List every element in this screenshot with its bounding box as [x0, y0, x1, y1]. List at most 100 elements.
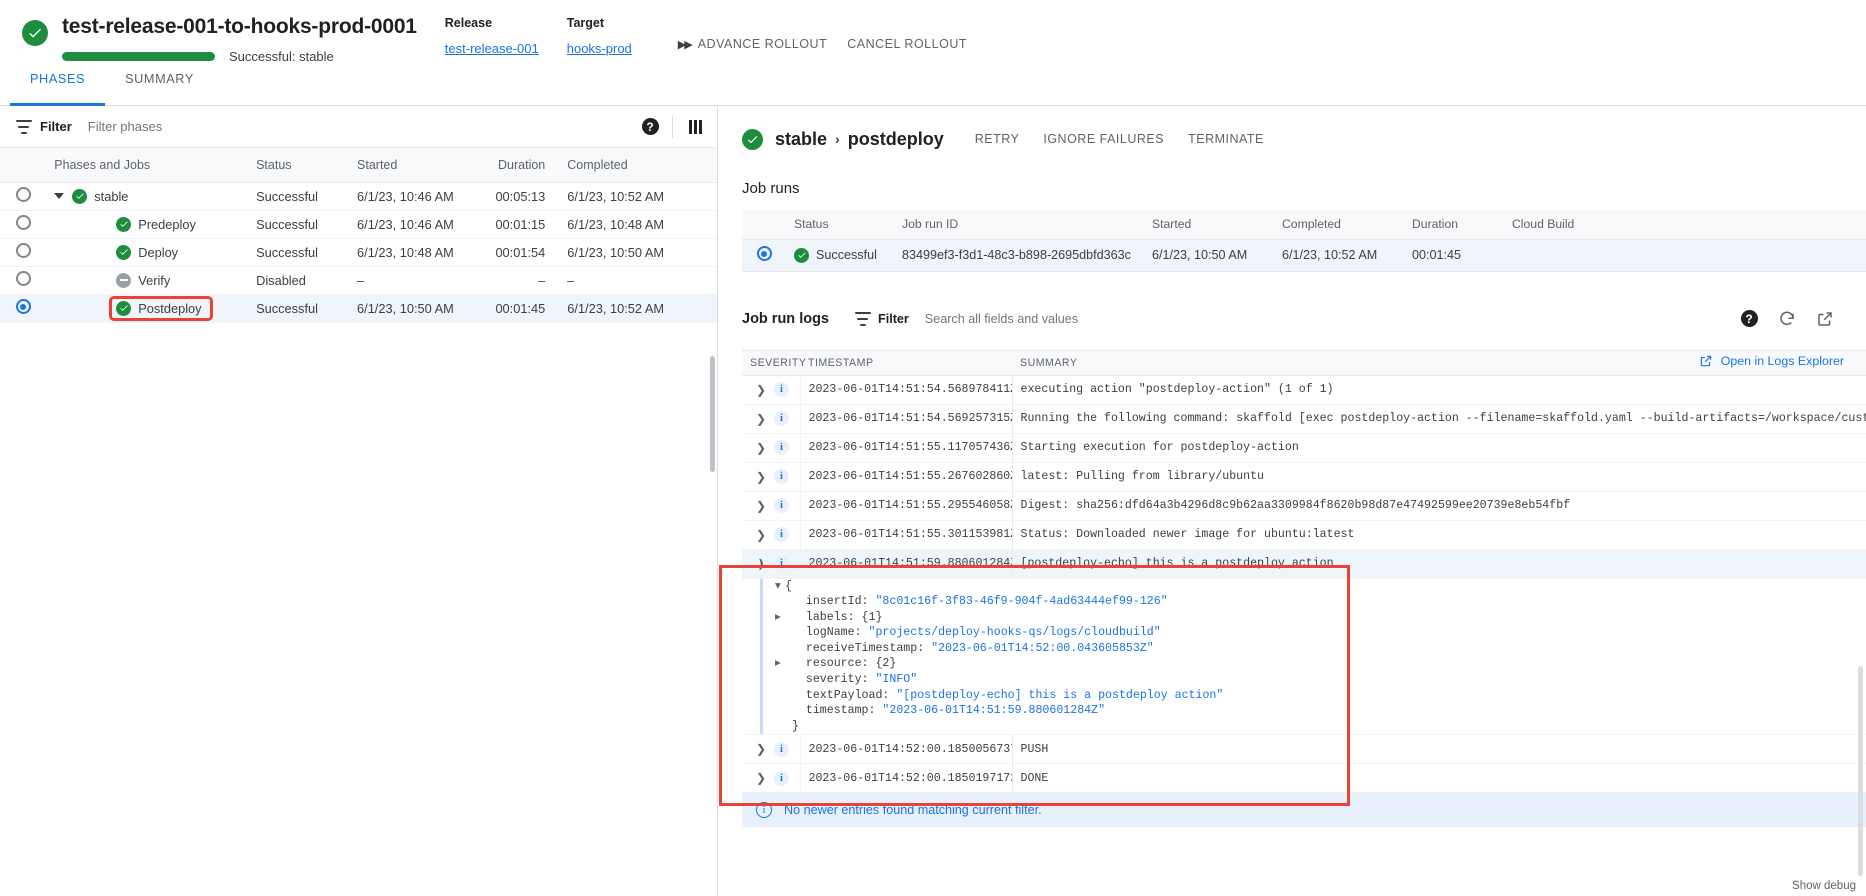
phases-help-button[interactable]: ?	[628, 106, 672, 147]
tab-summary[interactable]: SUMMARY	[105, 72, 214, 105]
json-line: ▾{	[775, 579, 1858, 595]
logs-open-new-button[interactable]	[1808, 302, 1842, 336]
collapse-triangle-icon[interactable]: ▾	[775, 579, 785, 595]
chevron-right-icon[interactable]: ❯	[756, 499, 764, 513]
help-icon: ?	[642, 118, 659, 135]
log-row[interactable]: ❯i 2023-06-01T14:51:55.267602860Z latest…	[742, 462, 1866, 491]
chevron-right-icon[interactable]: ❯	[756, 441, 764, 455]
logs-help-button[interactable]: ?	[1732, 302, 1766, 336]
phases-col-started: Started	[349, 148, 477, 182]
log-detail-cell: Open in Logs Explorer ▾{ insertId: "8c01…	[742, 578, 1866, 735]
phase-radio-cell[interactable]	[0, 210, 46, 238]
log-row[interactable]: ❯i 2023-06-01T14:51:54.568978411Z execut…	[742, 375, 1866, 404]
chevron-right-icon: ›	[835, 131, 840, 147]
breadcrumb-parent[interactable]: stable	[775, 129, 827, 150]
target-label: Target	[567, 16, 632, 30]
json-line: ▸ labels: {1}	[775, 610, 1858, 626]
jobrun-radio-cell[interactable]	[742, 239, 786, 271]
table-row[interactable]: Verify Disabled – – –	[0, 266, 717, 294]
phase-name: Postdeploy	[138, 301, 201, 316]
retry-button[interactable]: RETRY	[966, 126, 1029, 152]
log-row[interactable]: ❯i 2023-06-01T14:51:55.301153981Z Status…	[742, 520, 1866, 549]
log-severity-cell[interactable]: ❯i	[742, 404, 800, 433]
log-severity-cell[interactable]: ❯i	[742, 491, 800, 520]
log-severity-wrap: ❫i	[750, 556, 792, 571]
jobruns-col-started: Started	[1144, 209, 1274, 239]
log-json-viewer: ▾{ insertId: "8c01c16f-3f83-46f9-904f-4a…	[760, 579, 1858, 735]
log-severity-cell[interactable]: ❯i	[742, 735, 800, 764]
chevron-down-icon[interactable]	[54, 193, 64, 199]
radio-icon[interactable]	[757, 246, 772, 261]
log-row[interactable]: ❯i 2023-06-01T14:51:54.569257315Z Runnin…	[742, 404, 1866, 433]
log-severity-cell[interactable]: ❯i	[742, 462, 800, 491]
table-row[interactable]: Successful 83499ef3-f3d1-48c3-b898-2695d…	[742, 239, 1866, 271]
phases-columns-button[interactable]	[673, 106, 717, 147]
phase-duration: 00:01:15	[477, 210, 559, 238]
phase-name: Predeploy	[138, 217, 196, 232]
expand-triangle-icon[interactable]: ▸	[775, 610, 785, 626]
phases-header-row: Phases and Jobs Status Started Duration …	[0, 148, 717, 182]
info-icon: i	[774, 742, 789, 757]
info-icon: i	[756, 802, 772, 818]
phase-radio-cell[interactable]	[0, 294, 46, 322]
log-row[interactable]: ❯i 2023-06-01T14:52:00.1850197172 DONE	[742, 764, 1866, 793]
log-severity-cell[interactable]: ❯i	[742, 520, 800, 549]
jobrun-status-wrap: Successful	[794, 248, 886, 263]
logs-search-input[interactable]	[925, 312, 1345, 326]
log-severity-cell[interactable]: ❯i	[742, 764, 800, 793]
release-link[interactable]: test-release-001	[445, 41, 539, 56]
chevron-right-icon[interactable]: ❯	[756, 528, 764, 542]
logs-col-timestamp: TIMESTAMP	[800, 350, 1012, 375]
phase-radio-cell[interactable]	[0, 238, 46, 266]
columns-icon	[689, 120, 702, 134]
show-debug-label[interactable]: Show debug	[1792, 880, 1856, 892]
log-severity-cell[interactable]: ❫i	[742, 549, 800, 578]
chevron-right-icon[interactable]: ❯	[756, 470, 764, 484]
terminate-button[interactable]: TERMINATE	[1179, 126, 1273, 152]
log-summary: [postdeploy-echo] this is a postdeploy a…	[1012, 549, 1866, 578]
radio-icon[interactable]	[16, 187, 31, 202]
log-row[interactable]: ❯i 2023-06-01T14:52:00.1850056737 PUSH	[742, 735, 1866, 764]
cancel-rollout-button[interactable]: CANCEL ROLLOUT	[837, 31, 977, 57]
radio-icon[interactable]	[16, 215, 31, 230]
phase-radio-cell[interactable]	[0, 182, 46, 210]
chevron-right-icon[interactable]: ❯	[756, 412, 764, 426]
chevron-right-icon[interactable]: ❯	[756, 742, 764, 756]
table-row[interactable]: Predeploy Successful 6/1/23, 10:46 AM 00…	[0, 210, 717, 238]
target-link[interactable]: hooks-prod	[567, 41, 632, 56]
filter-phases-input[interactable]	[88, 119, 388, 134]
jobrun-duration: 00:01:45	[1404, 239, 1504, 271]
log-timestamp: 2023-06-01T14:52:00.1850056737	[800, 735, 1012, 764]
jobrun-cloudbuild	[1504, 239, 1866, 271]
log-summary: PUSH	[1012, 735, 1866, 764]
ignore-failures-button[interactable]: IGNORE FAILURES	[1034, 126, 1173, 152]
log-summary: latest: Pulling from library/ubuntu	[1012, 462, 1866, 491]
radio-icon[interactable]	[16, 243, 31, 258]
advance-rollout-button[interactable]: ▶▶ ADVANCE ROLLOUT	[668, 31, 837, 57]
tab-phases[interactable]: PHASES	[10, 72, 105, 105]
jobruns-col-id: Job run ID	[894, 209, 1144, 239]
json-key: labels:	[806, 611, 862, 624]
table-row[interactable]: stable Successful 6/1/23, 10:46 AM 00:05…	[0, 182, 717, 210]
radio-icon[interactable]	[16, 299, 31, 314]
phase-name-cell: Predeploy	[46, 210, 248, 238]
log-row[interactable]: ❯i 2023-06-01T14:51:55.295546058Z Digest…	[742, 491, 1866, 520]
log-severity-cell[interactable]: ❯i	[742, 375, 800, 404]
advance-rollout-label: ADVANCE ROLLOUT	[698, 37, 828, 51]
expand-triangle-icon[interactable]: ▸	[775, 656, 785, 672]
logs-refresh-button[interactable]	[1770, 302, 1804, 336]
chevron-down-icon[interactable]: ❫	[756, 557, 764, 571]
jobruns-col-duration: Duration	[1404, 209, 1504, 239]
table-row[interactable]: Deploy Successful 6/1/23, 10:48 AM 00:01…	[0, 238, 717, 266]
chevron-right-icon[interactable]: ❯	[756, 383, 764, 397]
logs-filter-button[interactable]: Filter	[855, 312, 909, 326]
log-row-expanded[interactable]: ❫i 2023-06-01T14:51:59.880601284Z [postd…	[742, 549, 1866, 578]
table-row[interactable]: Postdeploy Successful 6/1/23, 10:50 AM 0…	[0, 294, 717, 322]
log-severity-cell[interactable]: ❯i	[742, 433, 800, 462]
right-scrollbar[interactable]	[1858, 666, 1863, 876]
log-row[interactable]: ❯i 2023-06-01T14:51:55.117057436Z Starti…	[742, 433, 1866, 462]
chevron-right-icon[interactable]: ❯	[756, 771, 764, 785]
left-scrollbar[interactable]	[710, 356, 715, 472]
phase-radio-cell[interactable]	[0, 266, 46, 294]
radio-icon[interactable]	[16, 271, 31, 286]
